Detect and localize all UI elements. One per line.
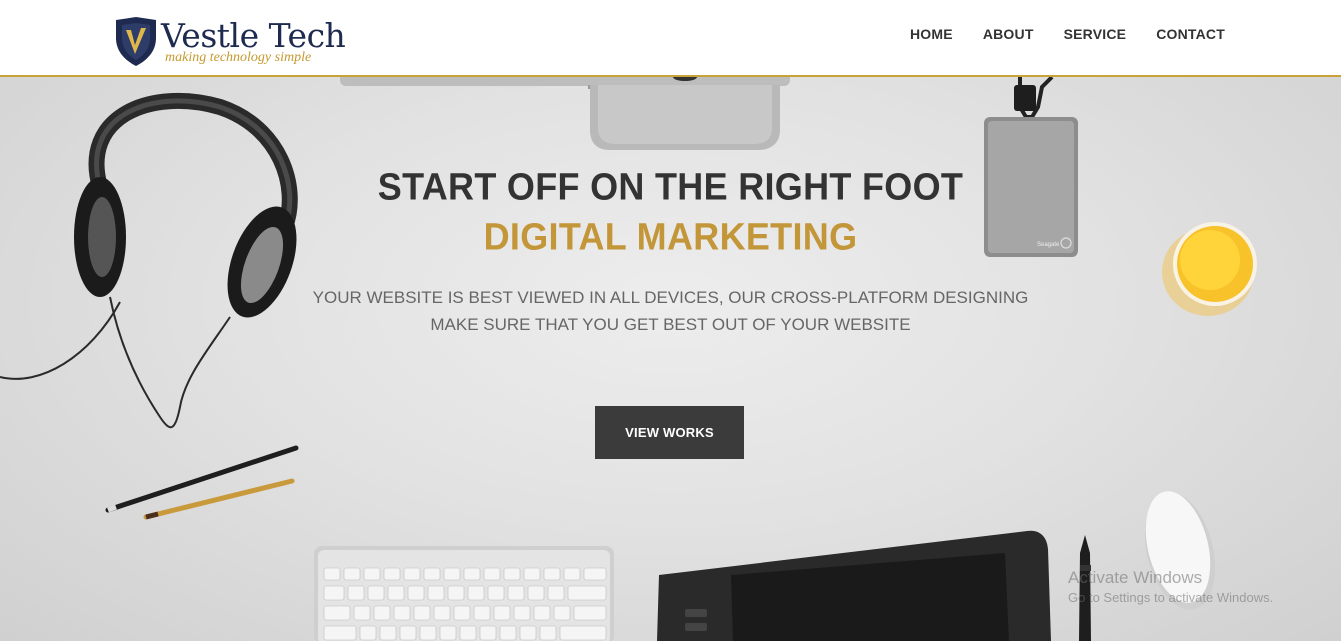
- hero-highlight-title: DIGITAL MARKETING: [483, 214, 858, 258]
- nav-about[interactable]: ABOUT: [968, 24, 1049, 44]
- watermark-title: Activate Windows: [1068, 568, 1203, 587]
- brand-tagline: making technology simple: [165, 50, 312, 65]
- nav-service[interactable]: SERVICE: [1049, 24, 1142, 44]
- hero-title: START OFF ON THE RIGHT FOOT: [377, 164, 964, 208]
- main-nav: HOME ABOUT SERVICE CONTACT: [895, 24, 1240, 44]
- drawing-tablet-image: [657, 530, 1051, 641]
- nav-contact[interactable]: CONTACT: [1141, 24, 1240, 44]
- shield-logo-icon: [116, 17, 156, 66]
- windows-activation-watermark: Activate Windows Go to Settings to activ…: [1068, 568, 1273, 605]
- site-header: Vestle Tech making technology simple HOM…: [0, 0, 1341, 77]
- headphones-image: [0, 92, 298, 429]
- view-works-button[interactable]: VIEW WORKS: [595, 406, 744, 459]
- nav-home[interactable]: HOME: [895, 24, 968, 44]
- monitor-image: [340, 77, 790, 150]
- hero-subtitle-line-1: YOUR WEBSITE IS BEST VIEWED IN ALL DEVIC…: [312, 288, 1029, 307]
- logo[interactable]: Vestle Tech making technology simple: [114, 16, 354, 68]
- hero-section: Seagate START OFF ON THE RIGHT FOOT DIGI…: [0, 77, 1341, 641]
- keyboard-image: [314, 546, 614, 641]
- hero-subtitle-line-2: MAKE SURE THAT YOU GET BEST OUT OF YOUR …: [430, 315, 911, 334]
- watermark-subtitle: Go to Settings to activate Windows.: [1068, 590, 1274, 605]
- hero-subtitle: YOUR WEBSITE IS BEST VIEWED IN ALL DEVIC…: [0, 284, 1341, 338]
- pencils-image: [105, 445, 299, 520]
